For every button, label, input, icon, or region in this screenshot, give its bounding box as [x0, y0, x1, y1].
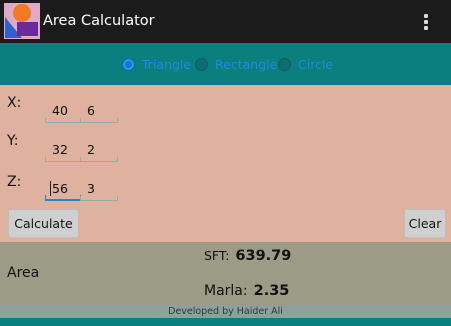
overflow-menu-icon[interactable]: [419, 12, 433, 32]
sft-result: SFT: 639.79: [204, 248, 291, 264]
action-bar: Area Calculator: [0, 0, 451, 43]
y-value-field[interactable]: 32: [45, 138, 81, 162]
z-second-field[interactable]: 3: [80, 177, 118, 201]
radio-triangle-label: Triangle: [142, 56, 192, 72]
radio-rectangle-label: Rectangle: [215, 56, 278, 72]
app-title: Area Calculator: [43, 13, 155, 29]
y-second-field[interactable]: 2: [80, 138, 118, 162]
radio-unchecked-icon: [195, 57, 208, 71]
radio-circle[interactable]: Circle: [278, 56, 333, 72]
z-value-field[interactable]: 56: [45, 177, 81, 201]
radio-rectangle[interactable]: Rectangle: [195, 56, 277, 72]
calculate-button[interactable]: Calculate: [8, 209, 79, 238]
developer-credit: Developed by Haider Ali: [0, 305, 451, 318]
radio-unchecked-icon: [278, 57, 291, 71]
x-label: X:: [7, 95, 22, 111]
y-label: Y:: [7, 133, 19, 149]
marla-label: Marla:: [204, 283, 248, 299]
radio-circle-label: Circle: [298, 56, 334, 72]
bottom-strip: [0, 318, 451, 326]
clear-button[interactable]: Clear: [404, 209, 446, 238]
text-cursor: [50, 181, 51, 196]
sft-value: 639.79: [235, 248, 292, 264]
x-second-field[interactable]: 6: [80, 99, 118, 123]
app-icon: [4, 3, 40, 39]
radio-triangle[interactable]: Triangle: [122, 56, 191, 72]
marla-value: 2.35: [253, 283, 290, 299]
area-label: Area: [7, 265, 40, 281]
marla-result: Marla: 2.35: [204, 283, 289, 299]
z-value-text: 56: [52, 181, 68, 196]
sft-label: SFT:: [204, 248, 230, 263]
radio-checked-icon: [122, 57, 135, 71]
z-label: Z:: [7, 174, 22, 190]
x-value-field[interactable]: 40: [45, 99, 81, 123]
